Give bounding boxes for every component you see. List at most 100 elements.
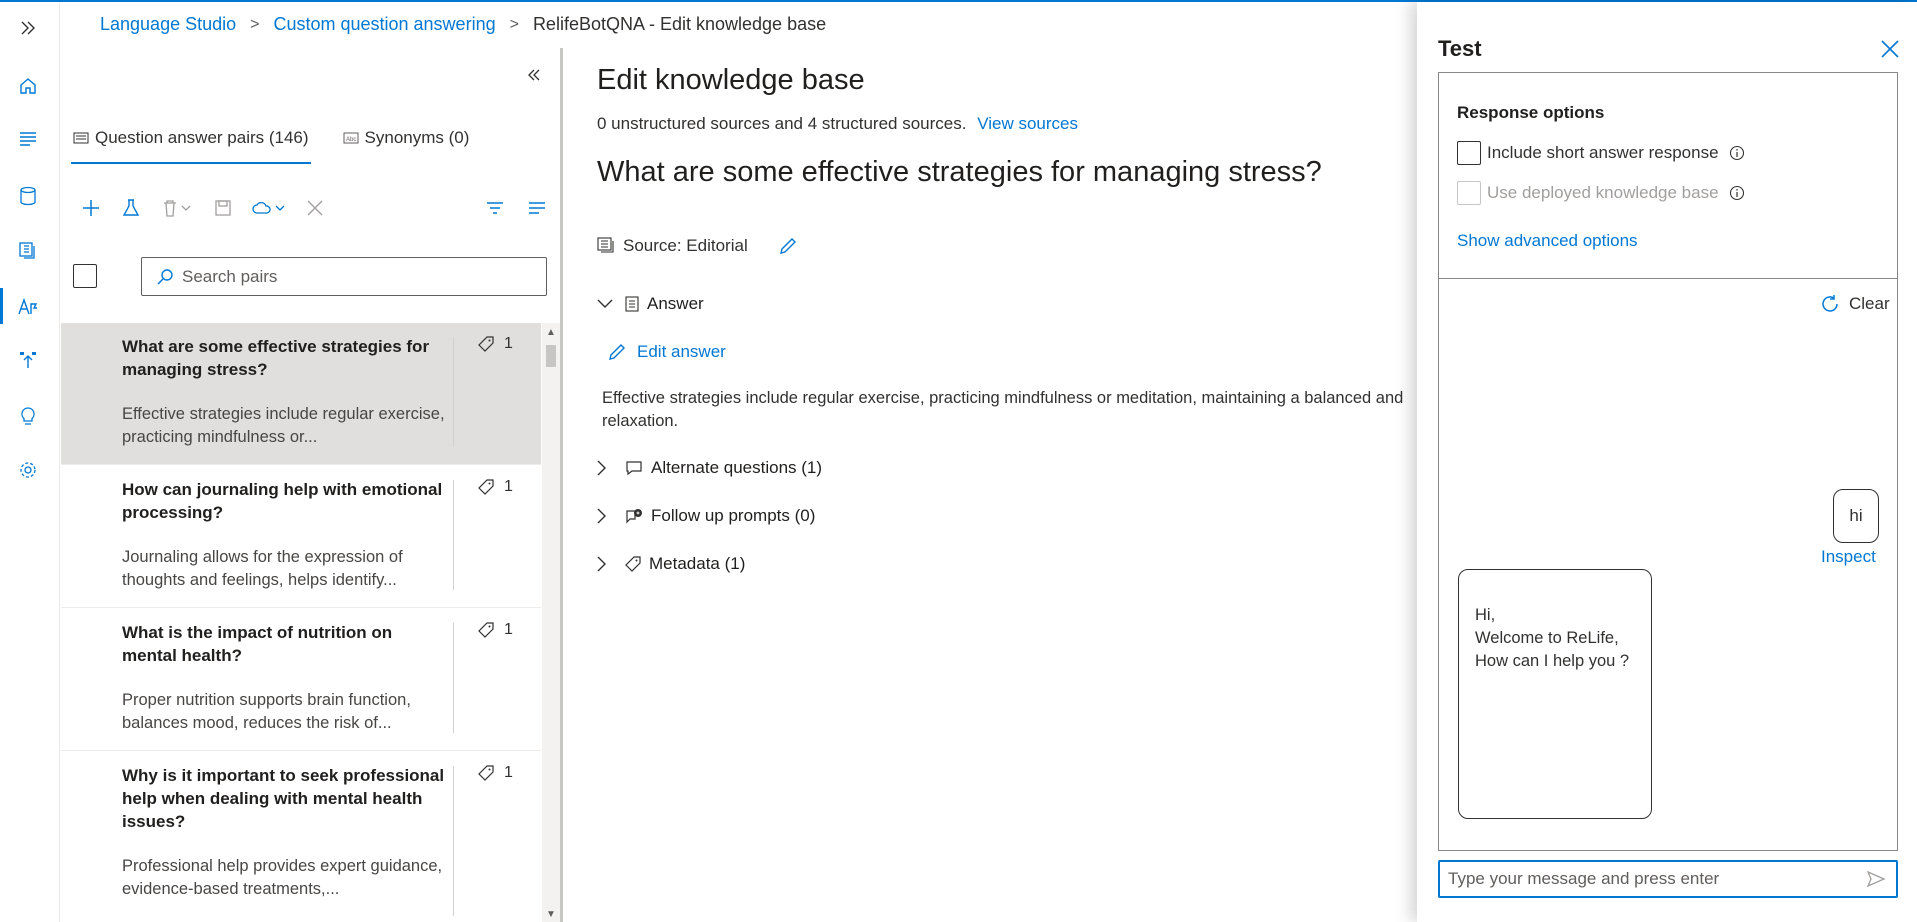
follow-up-prompts-header[interactable]: Follow up prompts (0) (597, 506, 815, 526)
scroll-up-icon[interactable]: ▲ (546, 327, 556, 338)
cancel-button[interactable] (295, 188, 335, 228)
home-icon[interactable] (14, 72, 42, 100)
view-options-button[interactable] (517, 188, 557, 228)
scroll-thumb[interactable] (546, 345, 556, 367)
alternate-questions-header[interactable]: Alternate questions (1) (597, 458, 822, 478)
divider (453, 480, 454, 590)
save-button[interactable] (203, 188, 243, 228)
svg-text:Abc: Abc (346, 137, 356, 143)
chevron-right-icon[interactable] (597, 556, 619, 572)
qa-list-panel: Question answer pairs (146) Abc Synonyms… (61, 48, 561, 922)
message-input-box (1438, 860, 1898, 898)
chevron-down-icon[interactable] (597, 299, 619, 309)
expand-nav-icon[interactable] (14, 14, 42, 42)
pair-question: What are some effective strategies for m… (122, 337, 430, 379)
close-icon[interactable] (1877, 36, 1903, 62)
plus-icon (83, 200, 99, 216)
list-item[interactable]: Why is it important to seek professional… (61, 752, 541, 922)
collapse-panel-icon[interactable] (523, 64, 545, 86)
list-view-icon (529, 202, 545, 214)
short-answer-option: Include short answer response (1457, 141, 1745, 165)
documents-icon[interactable] (14, 236, 42, 264)
page-title: Edit knowledge base (597, 64, 865, 96)
test-button[interactable] (111, 188, 151, 228)
search-input[interactable] (182, 266, 522, 287)
tag-count: 1 (478, 764, 513, 782)
lightbulb-icon[interactable] (14, 402, 42, 430)
nav-rail (0, 2, 60, 922)
breadcrumb-custom-qa[interactable]: Custom question answering (273, 14, 495, 35)
answer-text: Effective strategies include regular exe… (602, 389, 1404, 430)
list-toolbar (71, 188, 561, 228)
response-options-box: Response options Include short answer re… (1438, 72, 1898, 278)
pair-answer: Professional help provides expert guidan… (122, 857, 443, 898)
send-icon[interactable] (1856, 870, 1896, 888)
search-row (73, 257, 563, 297)
list-item[interactable]: What are some effective strategies for m… (61, 323, 541, 465)
inspect-link[interactable]: Inspect (1821, 547, 1876, 567)
test-panel-title: Test (1438, 36, 1482, 61)
pencil-icon (609, 344, 625, 360)
tag-count: 1 (478, 335, 513, 353)
scroll-down-icon[interactable]: ▼ (546, 909, 556, 920)
panel-splitter[interactable] (560, 48, 563, 922)
answer-label: Answer (647, 294, 704, 313)
view-sources-link[interactable]: View sources (977, 114, 1078, 133)
info-icon[interactable] (1729, 185, 1745, 201)
sources-text: 0 unstructured sources and 4 structured … (597, 114, 967, 133)
show-advanced-options-link[interactable]: Show advanced options (1457, 231, 1638, 251)
delete-icon (164, 200, 191, 217)
tag-count-value: 1 (504, 335, 513, 352)
answer-section-header[interactable]: Answer (597, 294, 704, 314)
tab-label: Question answer pairs (146) (95, 128, 309, 147)
flask-icon (122, 199, 140, 216)
chevron-right-icon[interactable] (597, 460, 619, 476)
qa-icon[interactable] (0, 288, 42, 324)
metadata-header[interactable]: Metadata (1) (597, 554, 745, 574)
tab-label: Synonyms (0) (364, 128, 470, 147)
list-item[interactable]: What is the impact of nutrition on menta… (61, 609, 541, 751)
close-icon (307, 200, 323, 216)
tab-question-answer-pairs[interactable]: Question answer pairs (146) (71, 118, 311, 164)
message-input[interactable] (1440, 869, 1856, 889)
search-icon (157, 268, 173, 285)
pair-answer: Journaling allows for the expression of … (122, 548, 403, 589)
tag-count-value: 1 (504, 478, 513, 495)
pair-answer: Proper nutrition supports brain function… (122, 691, 411, 732)
tag-count: 1 (478, 478, 513, 496)
metadata-label: Metadata (1) (649, 554, 746, 573)
select-all-checkbox[interactable] (73, 264, 97, 288)
settings-icon[interactable] (14, 456, 42, 484)
divider (453, 766, 454, 916)
database-icon[interactable] (14, 182, 42, 210)
tag-icon (478, 336, 494, 352)
add-pair-button[interactable] (71, 188, 111, 228)
chevron-right-icon[interactable] (597, 508, 619, 524)
list-item[interactable]: How can journaling help with emotional p… (61, 466, 541, 608)
save-icon (215, 200, 231, 216)
edit-source-icon[interactable] (778, 236, 798, 256)
lines-icon[interactable] (14, 126, 42, 154)
clear-button[interactable]: Clear (1819, 293, 1890, 315)
filter-button[interactable] (475, 188, 515, 228)
delete-dropdown-button[interactable] (151, 188, 203, 228)
pair-answer: Effective strategies include regular exe… (122, 405, 445, 446)
info-icon[interactable] (1729, 145, 1745, 161)
user-message-bubble: hi (1833, 489, 1879, 543)
breadcrumb-current: RelifeBotQNA - Edit knowledge base (532, 14, 827, 34)
bot-message-bubble: Hi, Welcome to ReLife, How can I help yo… (1458, 569, 1652, 819)
breadcrumb-language-studio[interactable]: Language Studio (100, 14, 236, 35)
list-scrollbar[interactable]: ▲ ▼ (542, 323, 560, 922)
tab-synonyms[interactable]: Abc Synonyms (0) (341, 118, 472, 158)
refresh-icon (1822, 295, 1838, 312)
deploy-icon[interactable] (14, 346, 42, 374)
tag-count-value: 1 (504, 621, 513, 638)
edit-answer-button[interactable]: Edit answer (607, 342, 726, 362)
divider (453, 623, 454, 733)
synonyms-icon: Abc (343, 132, 359, 144)
sync-dropdown-button[interactable] (243, 188, 295, 228)
deployed-kb-checkbox[interactable] (1457, 181, 1481, 205)
source-label: Source: Editorial (623, 236, 748, 255)
short-answer-checkbox[interactable] (1457, 141, 1481, 165)
test-panel: Test Response options Include short answ… (1417, 2, 1917, 922)
